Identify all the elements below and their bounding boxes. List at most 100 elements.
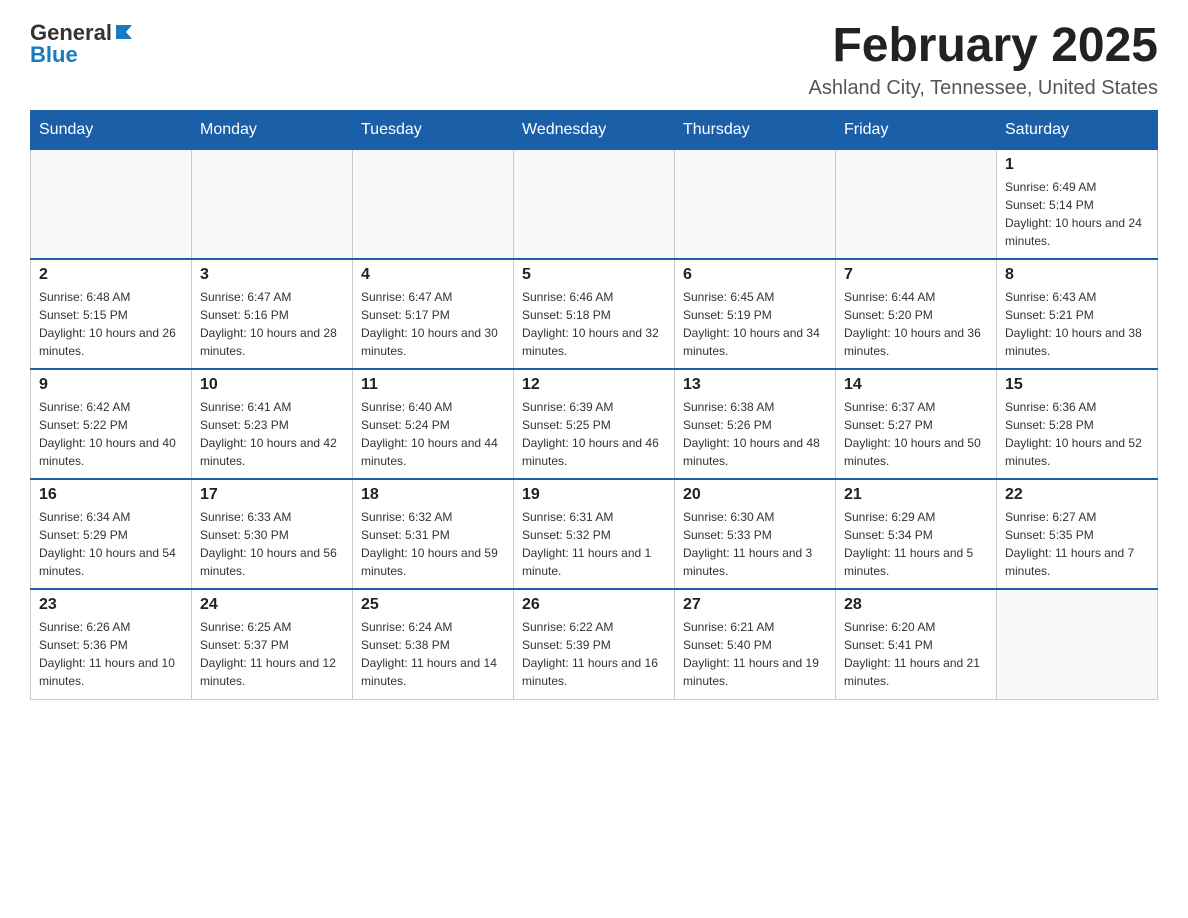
day-info: Sunrise: 6:48 AM Sunset: 5:15 PM Dayligh… [39, 288, 183, 360]
day-number: 13 [683, 376, 827, 394]
day-info: Sunrise: 6:37 AM Sunset: 5:27 PM Dayligh… [844, 398, 988, 470]
calendar-cell: 17 Sunrise: 6:33 AM Sunset: 5:30 PM Dayli… [192, 479, 353, 589]
calendar-cell: 21Sunrise: 6:29 AM Sunset: 5:34 PM Dayli… [836, 479, 997, 589]
day-number: 9 [39, 376, 183, 394]
logo-blue-text: Blue [30, 42, 78, 68]
calendar-cell [675, 149, 836, 259]
day-info: Sunrise: 6:22 AM Sunset: 5:39 PM Dayligh… [522, 618, 666, 690]
day-info: Sunrise: 6:44 AM Sunset: 5:20 PM Dayligh… [844, 288, 988, 360]
calendar-cell: 26 Sunrise: 6:22 AM Sunset: 5:39 PM Dayli… [514, 589, 675, 699]
day-number: 1 [1005, 156, 1149, 174]
day-info: Sunrise: 6:21 AM Sunset: 5:40 PM Dayligh… [683, 618, 827, 690]
day-number: 23 [39, 596, 183, 614]
calendar-week-row: 9Sunrise: 6:42 AM Sunset: 5:22 PM Daylig… [31, 369, 1158, 479]
calendar-cell: 18Sunrise: 6:32 AM Sunset: 5:31 PM Dayli… [353, 479, 514, 589]
day-number: 10 [200, 376, 344, 394]
calendar-cell: 5 Sunrise: 6:46 AM Sunset: 5:18 PM Daylig… [514, 259, 675, 369]
calendar-cell: 23 Sunrise: 6:26 AM Sunset: 5:36 PM Dayli… [31, 589, 192, 699]
calendar-cell: 12 Sunrise: 6:39 AM Sunset: 5:25 PM Dayli… [514, 369, 675, 479]
day-number: 20 [683, 486, 827, 504]
day-info: Sunrise: 6:38 AM Sunset: 5:26 PM Dayligh… [683, 398, 827, 470]
weekday-header-sunday: Sunday [31, 110, 192, 149]
weekday-header-wednesday: Wednesday [514, 110, 675, 149]
day-number: 28 [844, 596, 988, 614]
title-block: February 2025 Ashland City, Tennessee, U… [809, 20, 1158, 100]
calendar-cell: 25 Sunrise: 6:24 AM Sunset: 5:38 PM Dayli… [353, 589, 514, 699]
calendar-cell [836, 149, 997, 259]
calendar-week-row: 1 Sunrise: 6:49 AM Sunset: 5:14 PM Daylig… [31, 149, 1158, 259]
day-number: 11 [361, 376, 505, 394]
weekday-header-tuesday: Tuesday [353, 110, 514, 149]
day-number: 4 [361, 266, 505, 284]
calendar-table: SundayMondayTuesdayWednesdayThursdayFrid… [30, 110, 1158, 700]
location-title: Ashland City, Tennessee, United States [809, 77, 1158, 100]
day-info: Sunrise: 6:45 AM Sunset: 5:19 PM Dayligh… [683, 288, 827, 360]
day-number: 24 [200, 596, 344, 614]
calendar-cell [514, 149, 675, 259]
calendar-cell: 27 Sunrise: 6:21 AM Sunset: 5:40 PM Dayli… [675, 589, 836, 699]
calendar-week-row: 2 Sunrise: 6:48 AM Sunset: 5:15 PM Daylig… [31, 259, 1158, 369]
day-info: Sunrise: 6:20 AM Sunset: 5:41 PM Dayligh… [844, 618, 988, 690]
month-title: February 2025 [809, 20, 1158, 73]
calendar-week-row: 16Sunrise: 6:34 AM Sunset: 5:29 PM Dayli… [31, 479, 1158, 589]
weekday-header-friday: Friday [836, 110, 997, 149]
calendar-cell: 19 Sunrise: 6:31 AM Sunset: 5:32 PM Dayli… [514, 479, 675, 589]
calendar-cell: 28 Sunrise: 6:20 AM Sunset: 5:41 PM Dayli… [836, 589, 997, 699]
calendar-cell: 10 Sunrise: 6:41 AM Sunset: 5:23 PM Dayli… [192, 369, 353, 479]
calendar-cell: 15Sunrise: 6:36 AM Sunset: 5:28 PM Dayli… [997, 369, 1158, 479]
calendar-cell: 4 Sunrise: 6:47 AM Sunset: 5:17 PM Daylig… [353, 259, 514, 369]
day-info: Sunrise: 6:31 AM Sunset: 5:32 PM Dayligh… [522, 508, 666, 580]
calendar-cell: 13 Sunrise: 6:38 AM Sunset: 5:26 PM Dayli… [675, 369, 836, 479]
logo: General Blue [30, 20, 136, 68]
day-number: 19 [522, 486, 666, 504]
day-number: 14 [844, 376, 988, 394]
calendar-cell [31, 149, 192, 259]
day-number: 16 [39, 486, 183, 504]
day-info: Sunrise: 6:25 AM Sunset: 5:37 PM Dayligh… [200, 618, 344, 690]
weekday-header-row: SundayMondayTuesdayWednesdayThursdayFrid… [31, 110, 1158, 149]
calendar-cell [353, 149, 514, 259]
day-info: Sunrise: 6:47 AM Sunset: 5:16 PM Dayligh… [200, 288, 344, 360]
day-info: Sunrise: 6:32 AM Sunset: 5:31 PM Dayligh… [361, 508, 505, 580]
calendar-week-row: 23 Sunrise: 6:26 AM Sunset: 5:36 PM Dayli… [31, 589, 1158, 699]
day-number: 12 [522, 376, 666, 394]
day-number: 22 [1005, 486, 1149, 504]
calendar-cell [192, 149, 353, 259]
day-info: Sunrise: 6:36 AM Sunset: 5:28 PM Dayligh… [1005, 398, 1149, 470]
calendar-cell: 2 Sunrise: 6:48 AM Sunset: 5:15 PM Daylig… [31, 259, 192, 369]
day-info: Sunrise: 6:40 AM Sunset: 5:24 PM Dayligh… [361, 398, 505, 470]
day-number: 5 [522, 266, 666, 284]
day-info: Sunrise: 6:39 AM Sunset: 5:25 PM Dayligh… [522, 398, 666, 470]
logo-flag-icon [114, 21, 136, 43]
day-number: 21 [844, 486, 988, 504]
weekday-header-monday: Monday [192, 110, 353, 149]
calendar-cell: 16Sunrise: 6:34 AM Sunset: 5:29 PM Dayli… [31, 479, 192, 589]
day-info: Sunrise: 6:43 AM Sunset: 5:21 PM Dayligh… [1005, 288, 1149, 360]
weekday-header-thursday: Thursday [675, 110, 836, 149]
calendar-cell [997, 589, 1158, 699]
day-info: Sunrise: 6:26 AM Sunset: 5:36 PM Dayligh… [39, 618, 183, 690]
calendar-cell: 8Sunrise: 6:43 AM Sunset: 5:21 PM Daylig… [997, 259, 1158, 369]
day-info: Sunrise: 6:46 AM Sunset: 5:18 PM Dayligh… [522, 288, 666, 360]
day-number: 17 [200, 486, 344, 504]
day-number: 3 [200, 266, 344, 284]
day-number: 26 [522, 596, 666, 614]
day-number: 6 [683, 266, 827, 284]
calendar-cell: 7Sunrise: 6:44 AM Sunset: 5:20 PM Daylig… [836, 259, 997, 369]
weekday-header-saturday: Saturday [997, 110, 1158, 149]
day-info: Sunrise: 6:30 AM Sunset: 5:33 PM Dayligh… [683, 508, 827, 580]
day-info: Sunrise: 6:24 AM Sunset: 5:38 PM Dayligh… [361, 618, 505, 690]
calendar-cell: 14 Sunrise: 6:37 AM Sunset: 5:27 PM Dayli… [836, 369, 997, 479]
day-number: 25 [361, 596, 505, 614]
page-header: General Blue February 2025 Ashland City,… [30, 20, 1158, 100]
calendar-cell: 20 Sunrise: 6:30 AM Sunset: 5:33 PM Dayli… [675, 479, 836, 589]
day-number: 27 [683, 596, 827, 614]
day-info: Sunrise: 6:49 AM Sunset: 5:14 PM Dayligh… [1005, 178, 1149, 250]
day-info: Sunrise: 6:33 AM Sunset: 5:30 PM Dayligh… [200, 508, 344, 580]
calendar-cell: 11 Sunrise: 6:40 AM Sunset: 5:24 PM Dayli… [353, 369, 514, 479]
day-info: Sunrise: 6:47 AM Sunset: 5:17 PM Dayligh… [361, 288, 505, 360]
calendar-cell: 3 Sunrise: 6:47 AM Sunset: 5:16 PM Daylig… [192, 259, 353, 369]
day-number: 2 [39, 266, 183, 284]
day-info: Sunrise: 6:41 AM Sunset: 5:23 PM Dayligh… [200, 398, 344, 470]
calendar-cell: 9Sunrise: 6:42 AM Sunset: 5:22 PM Daylig… [31, 369, 192, 479]
